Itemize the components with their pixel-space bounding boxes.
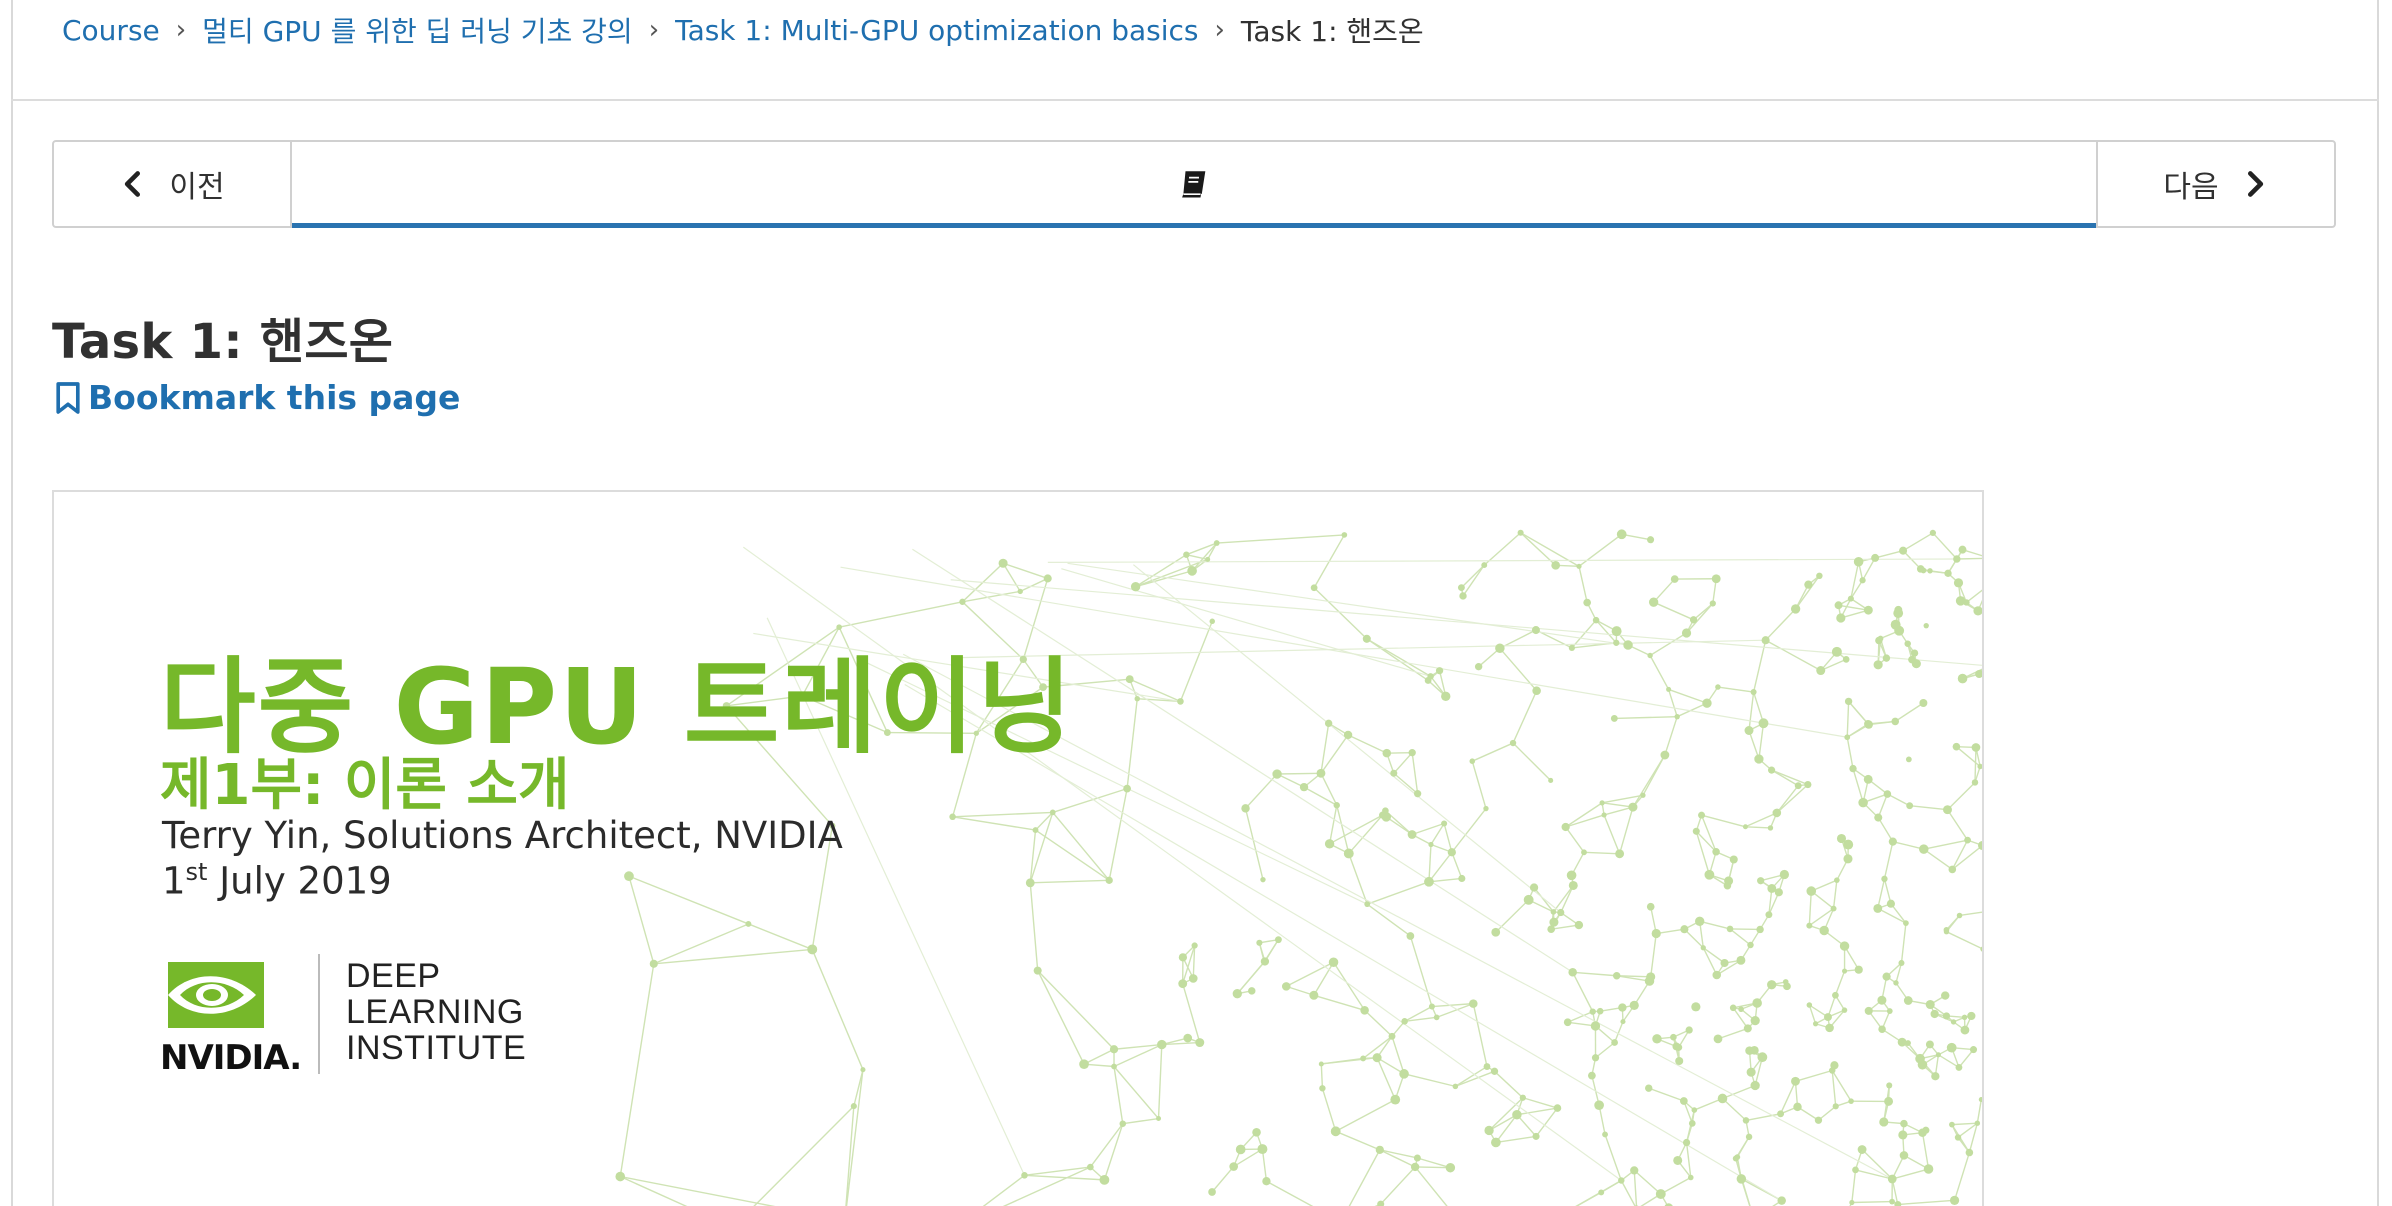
- slide-subtitle: 제1부: 이론 소개: [160, 753, 570, 818]
- nvidia-wordmark: NVIDIA.: [160, 1038, 302, 1078]
- previous-button[interactable]: 이전: [54, 142, 292, 226]
- dli-wordmark: DEEP LEARNING INSTITUTE: [346, 957, 527, 1067]
- logo-divider: [318, 954, 320, 1074]
- breadcrumb-current: Task 1: 핸즈온: [1240, 15, 1424, 48]
- unit-title: Task 1: 핸즈온: [52, 313, 394, 370]
- chevron-right-icon: [2247, 171, 2263, 197]
- breadcrumb-section-link[interactable]: 멀티 GPU 를 위한 딥 러닝 기초 강의: [202, 10, 633, 50]
- chevron-right-icon: ›: [648, 15, 660, 45]
- sequence-navigation: 이전 다음: [52, 140, 2336, 228]
- bookmark-icon: [56, 381, 80, 414]
- chevron-right-icon: ›: [175, 15, 187, 45]
- previous-label: 이전: [169, 170, 225, 205]
- breadcrumb-divider: [11, 99, 2379, 101]
- slide-author: Terry Yin, Solutions Architect, NVIDIA: [162, 814, 843, 857]
- next-label: 다음: [2163, 170, 2219, 205]
- bookmark-button[interactable]: Bookmark this page: [54, 378, 460, 417]
- breadcrumb-course-link[interactable]: Course: [62, 14, 160, 47]
- breadcrumb: Course › 멀티 GPU 를 위한 딥 러닝 기초 강의 › Task 1…: [62, 10, 1424, 50]
- book-icon: [1182, 171, 1206, 198]
- next-button[interactable]: 다음: [2096, 142, 2334, 226]
- breadcrumb-subsection-link[interactable]: Task 1: Multi-GPU optimization basics: [675, 14, 1198, 47]
- slide-image: 다중 GPU 트레이닝 제1부: 이론 소개 Terry Yin, Soluti…: [52, 490, 1984, 1206]
- slide-date: 1st July 2019: [162, 858, 392, 903]
- sequence-tab-active[interactable]: [292, 142, 2096, 228]
- chevron-right-icon: ›: [1214, 15, 1225, 45]
- bookmark-label: Bookmark this page: [88, 378, 461, 417]
- chevron-left-icon: [125, 171, 141, 197]
